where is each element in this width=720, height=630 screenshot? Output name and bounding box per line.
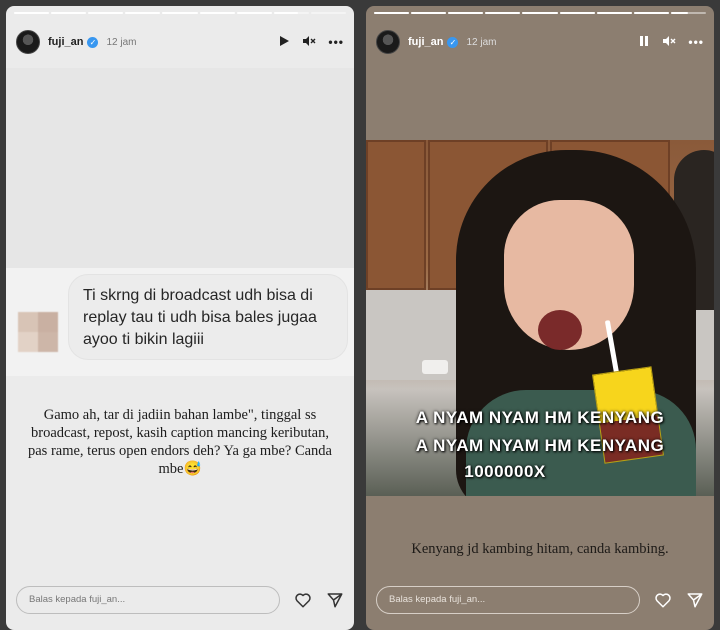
- overlay-text-line-3: 1000000X: [464, 462, 546, 481]
- username[interactable]: fuji_an: [408, 36, 443, 48]
- progress-fill: [522, 12, 558, 14]
- progress-fill: [374, 12, 410, 14]
- overlay-text-line-2: A NYAM NYAM HM KENYANG: [415, 436, 665, 455]
- avatar[interactable]: [376, 30, 400, 54]
- progress-segment: [411, 12, 447, 14]
- more-options-icon[interactable]: •••: [328, 35, 344, 49]
- progress-segment: [310, 12, 346, 14]
- progress-fill: [633, 12, 669, 14]
- progress-segment: [125, 12, 161, 14]
- story-controls: •••: [638, 35, 704, 50]
- progress-fill: [162, 12, 198, 14]
- verified-badge-icon: ✓: [447, 36, 459, 48]
- progress-segment: [670, 12, 706, 14]
- story-progress-bar: [374, 12, 706, 14]
- cabinet: [366, 140, 426, 290]
- blurred-avatar: [18, 312, 58, 352]
- mute-icon[interactable]: [662, 35, 676, 50]
- progress-fill: [236, 12, 272, 14]
- mouth: [538, 310, 582, 350]
- more-options-icon[interactable]: •••: [688, 35, 704, 49]
- progress-segment: [51, 12, 87, 14]
- story-background: [6, 68, 354, 268]
- story-photo: A NYAM NYAM HM KENYANG A NYAM NYAM HM KE…: [366, 140, 714, 496]
- story-caption: Gamo ah, tar di jadiin bahan lambe", tin…: [27, 407, 332, 477]
- post-time: 12 jam: [106, 36, 137, 48]
- play-icon[interactable]: [278, 35, 290, 50]
- mute-icon[interactable]: [302, 35, 316, 50]
- progress-fill: [125, 12, 161, 14]
- progress-fill: [670, 12, 689, 14]
- story-card-2[interactable]: fuji_an ✓ 12 jam ••• A NYAM NYAM HM KENY…: [366, 6, 714, 630]
- progress-fill: [51, 12, 87, 14]
- reply-input[interactable]: Balas kepada fuji_an...: [16, 586, 280, 614]
- progress-segment: [88, 12, 124, 14]
- progress-segment: [236, 12, 272, 14]
- story-controls: •••: [278, 35, 344, 50]
- story-header: fuji_an ✓ 12 jam •••: [376, 28, 704, 56]
- progress-segment: [162, 12, 198, 14]
- progress-fill: [199, 12, 235, 14]
- progress-segment: [633, 12, 669, 14]
- progress-fill: [14, 12, 50, 14]
- progress-fill: [596, 12, 632, 14]
- progress-fill: [411, 12, 447, 14]
- like-heart-icon[interactable]: [294, 591, 312, 609]
- reply-bar: Balas kepada fuji_an...: [16, 586, 344, 614]
- story-header: fuji_an ✓ 12 jam •••: [16, 28, 344, 56]
- progress-segment: [448, 12, 484, 14]
- overlay-text-line-1: A NYAM NYAM HM KENYANG: [415, 408, 665, 427]
- progress-segment: [14, 12, 50, 14]
- progress-fill: [559, 12, 595, 14]
- progress-segment: [522, 12, 558, 14]
- reply-input[interactable]: Balas kepada fuji_an...: [376, 586, 640, 614]
- send-share-icon[interactable]: [686, 591, 704, 609]
- username[interactable]: fuji_an: [48, 36, 83, 48]
- story-caption: Kenyang jd kambing hitam, canda kambing.: [411, 541, 669, 557]
- story-progress-bar: [14, 12, 346, 14]
- pause-icon[interactable]: [638, 35, 650, 50]
- progress-segment: [273, 12, 309, 14]
- like-heart-icon[interactable]: [654, 591, 672, 609]
- progress-segment: [596, 12, 632, 14]
- progress-segment: [559, 12, 595, 14]
- story-card-1[interactable]: fuji_an ✓ 12 jam ••• Ti skrng di broadca…: [6, 6, 354, 630]
- progress-segment: [199, 12, 235, 14]
- progress-segment: [485, 12, 521, 14]
- progress-fill: [485, 12, 521, 14]
- verified-badge-icon: ✓: [87, 36, 99, 48]
- progress-fill: [88, 12, 124, 14]
- cup: [422, 360, 448, 374]
- progress-segment: [374, 12, 410, 14]
- dm-screenshot: Ti skrng di broadcast udh bisa di replay…: [6, 268, 354, 376]
- progress-fill: [273, 12, 299, 14]
- progress-fill: [448, 12, 484, 14]
- post-time: 12 jam: [466, 36, 497, 48]
- dm-message-bubble: Ti skrng di broadcast udh bisa di replay…: [68, 274, 348, 360]
- story-background: [366, 68, 714, 142]
- avatar[interactable]: [16, 30, 40, 54]
- reply-bar: Balas kepada fuji_an...: [376, 586, 704, 614]
- send-share-icon[interactable]: [326, 591, 344, 609]
